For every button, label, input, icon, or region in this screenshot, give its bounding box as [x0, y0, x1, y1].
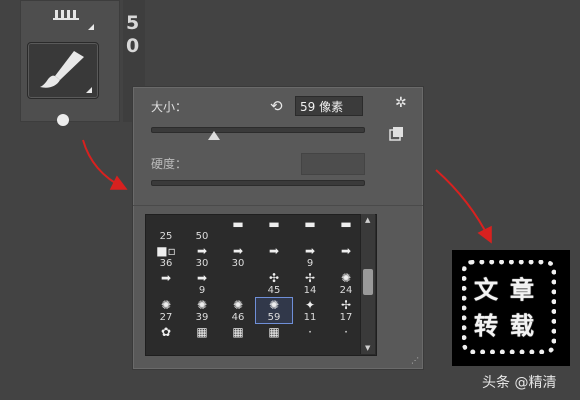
stamp-char: 载 — [510, 311, 534, 340]
stamp-char: 章 — [510, 275, 534, 304]
stamp-char: 转 — [474, 311, 498, 340]
watermark: 头条 @精清 — [482, 375, 557, 391]
arrow-to-panel — [82, 139, 128, 190]
result-stamp-image: 文 章 转 载 — [452, 250, 570, 366]
stamp-char: 文 — [474, 275, 498, 304]
arrow-to-result — [435, 169, 492, 244]
